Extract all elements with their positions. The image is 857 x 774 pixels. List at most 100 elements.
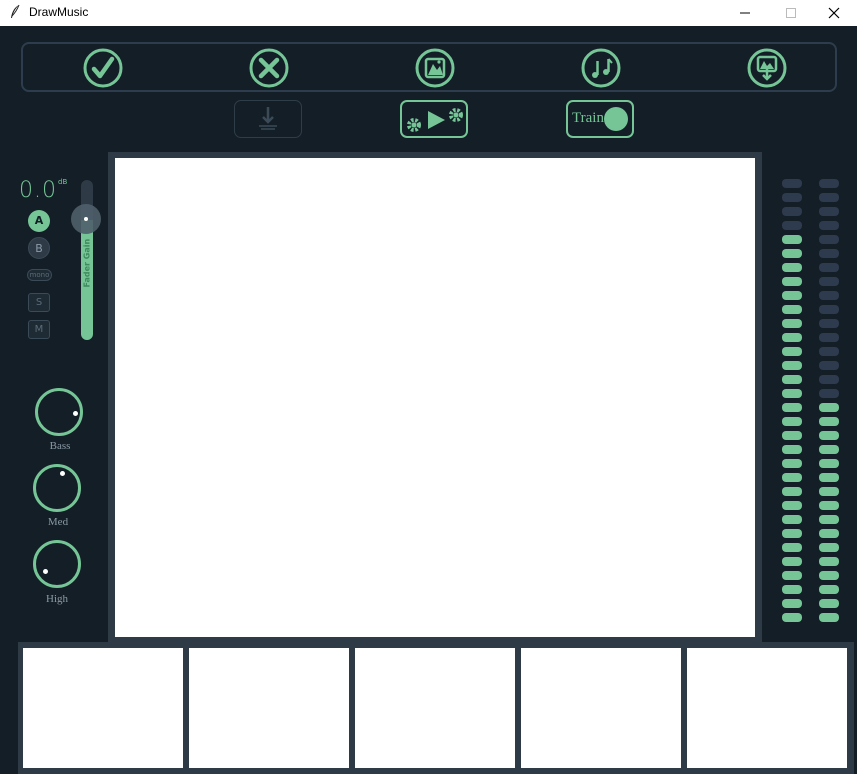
solo-button[interactable]: S [28,293,50,312]
meter-segment [782,375,802,384]
gain-unit: dB [58,178,68,186]
channel-b-label: B [35,242,43,255]
med-label: Med [47,516,69,528]
export-button[interactable] [747,48,787,88]
meter-segment [819,347,839,356]
meter-segment [819,445,839,454]
train-toggle-knob [604,107,628,131]
meter-segment [819,319,839,328]
title-bar: DrawMusic [0,0,857,26]
meter-segment [782,431,802,440]
high-knob-indicator [43,569,48,574]
music-note-icon [581,48,621,88]
meter-segment [819,277,839,286]
minimize-button[interactable] [722,0,768,26]
meter-segment [819,193,839,202]
meter-segment [782,249,802,258]
meter-segment [782,193,802,202]
meter-segment [819,207,839,216]
meter-segment [819,473,839,482]
cancel-button[interactable] [249,48,289,88]
meter-segment [819,571,839,580]
meter-segment [782,235,802,244]
mono-button[interactable]: mono [27,269,52,281]
window-title: DrawMusic [29,5,89,19]
train-label: Train [572,110,604,126]
meter-segment [782,291,802,300]
meter-segment [782,445,802,454]
mute-label: M [34,324,44,335]
minimize-icon [740,12,750,14]
meter-segment [819,487,839,496]
meter-segment [782,473,802,482]
meter-segment [782,417,802,426]
high-knob[interactable] [33,540,81,588]
meter-segment [782,347,802,356]
meter-segment [819,543,839,552]
play-settings-icon [407,108,463,132]
mute-button[interactable]: M [28,320,50,339]
meter-segment [782,333,802,342]
meter-segment [819,459,839,468]
meter-segment [819,291,839,300]
fader-handle-dot [84,217,88,221]
gain-readout: 0.0 [19,178,57,203]
meter-segment [782,571,802,580]
thumbnail-slot[interactable] [687,648,847,768]
channel-a-label: A [34,214,44,227]
thumbnail-slot[interactable] [189,648,349,768]
thumbnail-slot[interactable] [521,648,681,768]
meter-segment [819,613,839,622]
play-settings-button[interactable] [400,100,468,138]
meter-segment [819,249,839,258]
fader-label: Fader Gain [83,239,92,288]
bass-label: Bass [49,440,71,452]
meter-segment [819,417,839,426]
meter-segment [782,585,802,594]
meter-segment [819,235,839,244]
bass-knob-indicator [73,411,78,416]
channel-b-button[interactable]: B [28,237,50,259]
mono-label: mono [29,271,50,279]
meter-segment [782,263,802,272]
meter-segment [782,613,802,622]
meter-segment [782,501,802,510]
meter-segment [819,333,839,342]
meter-segment [782,277,802,286]
meter-segment [782,487,802,496]
thumbnail-slot[interactable] [23,648,183,768]
maximize-button[interactable] [768,0,814,26]
med-knob-indicator [60,471,65,476]
meter-segment [819,515,839,524]
close-icon [249,48,289,88]
meter-segment [782,361,802,370]
meter-segment [782,599,802,608]
med-knob[interactable] [33,464,81,512]
image-button[interactable] [415,48,455,88]
meter-segment [819,431,839,440]
close-window-icon [828,7,840,19]
meter-segment [819,529,839,538]
meter-segment [782,221,802,230]
meter-segment [819,305,839,314]
meter-segment [782,557,802,566]
drawing-canvas[interactable] [115,158,755,637]
meter-segment [782,319,802,328]
confirm-button[interactable] [83,48,123,88]
music-button[interactable] [581,48,621,88]
download-icon [259,107,277,130]
download-button[interactable] [234,100,302,138]
meter-segment [782,207,802,216]
meter-segment [782,529,802,538]
thumbnail-slot[interactable] [355,648,515,768]
check-icon [83,48,123,88]
meter-segment [782,403,802,412]
close-window-button[interactable] [811,0,857,26]
meter-segment [819,263,839,272]
meter-segment [819,599,839,608]
image-download-icon [747,48,787,88]
meter-segment [782,179,802,188]
meter-segment [782,389,802,398]
channel-a-button[interactable]: A [28,210,50,232]
train-toggle[interactable]: Train [566,100,634,138]
